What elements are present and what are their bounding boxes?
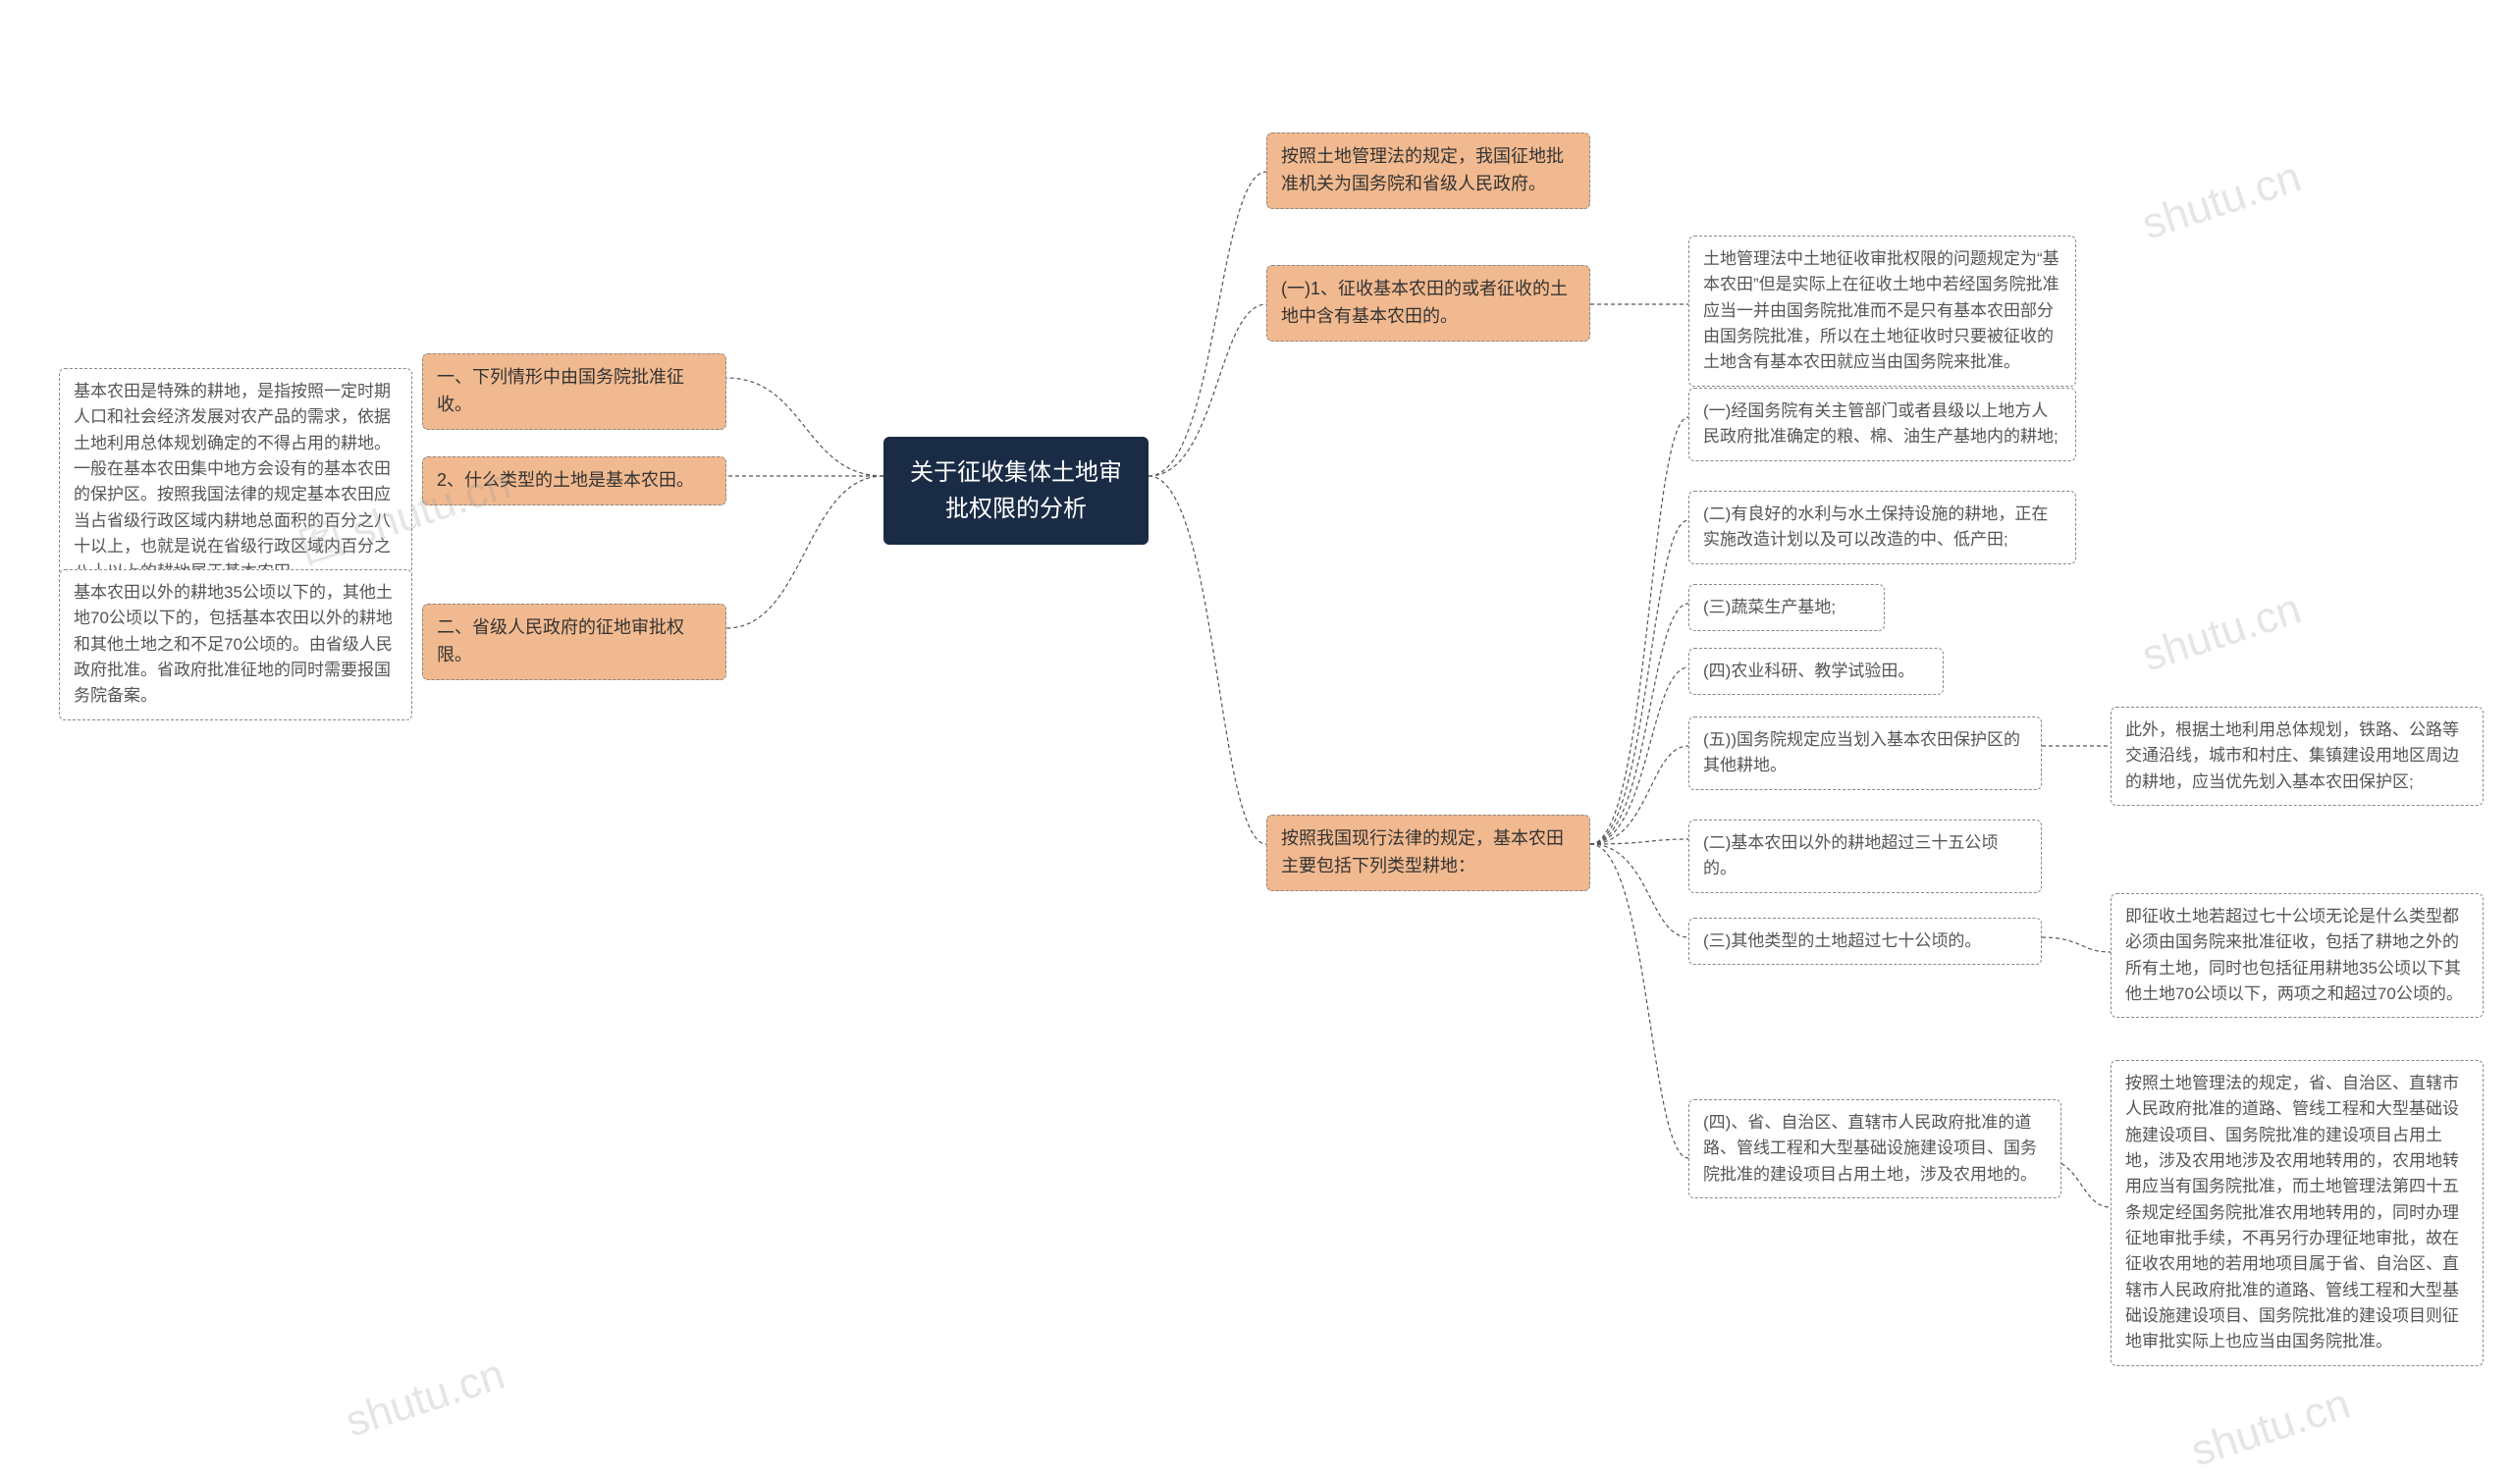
node-text: 基本农田以外的耕地35公顷以下的，其他土地70公顷以下的，包括基本农田以外的耕地… <box>74 583 393 705</box>
r3-item-e-leaf[interactable]: 此外，根据土地利用总体规划，铁路、公路等交通沿线，城市和村庄、集镇建设用地区周边… <box>2111 707 2484 806</box>
right-node-1[interactable]: 按照土地管理法的规定，我国征地批准机关为国务院和省级人民政府。 <box>1266 132 1590 209</box>
r3-item-b[interactable]: (二)有良好的水利与水土保持设施的耕地，正在实施改造计划以及可以改造的中、低产田… <box>1688 491 2076 564</box>
node-text: (四)、省、自治区、直辖市人民政府批准的道路、管线工程和大型基础设施建设项目、国… <box>1703 1113 2037 1184</box>
right-node-2[interactable]: (一)1、征收基本农田的或者征收的土地中含有基本农田的。 <box>1266 265 1590 342</box>
node-text: 按照土地管理法的规定，省、自治区、直辖市人民政府批准的道路、管线工程和大型基础设… <box>2125 1074 2459 1351</box>
right-node-3[interactable]: 按照我国现行法律的规定，基本农田主要包括下列类型耕地： <box>1266 815 1590 891</box>
node-text: (三)蔬菜生产基地; <box>1703 598 1836 616</box>
r3-item-f[interactable]: (二)基本农田以外的耕地超过三十五公顷的。 <box>1688 820 2042 893</box>
r3-item-c[interactable]: (三)蔬菜生产基地; <box>1688 584 1885 631</box>
node-text: 基本农田是特殊的耕地，是指按照一定时期人口和社会经济发展对农产品的需求，依据土地… <box>74 382 391 581</box>
left-node-2-leaf[interactable]: 基本农田是特殊的耕地，是指按照一定时期人口和社会经济发展对农产品的需求，依据土地… <box>59 368 412 597</box>
r3-item-h-leaf[interactable]: 按照土地管理法的规定，省、自治区、直辖市人民政府批准的道路、管线工程和大型基础设… <box>2111 1060 2484 1366</box>
node-text: (二)有良好的水利与水土保持设施的耕地，正在实施改造计划以及可以改造的中、低产田… <box>1703 504 2048 549</box>
node-text: (四)农业科研、教学试验田。 <box>1703 662 1914 680</box>
node-text: 此外，根据土地利用总体规划，铁路、公路等交通沿线，城市和村庄、集镇建设用地区周边… <box>2125 720 2459 791</box>
r3-item-d[interactable]: (四)农业科研、教学试验田。 <box>1688 648 1944 695</box>
mindmap-canvas: 关于征收集体土地审批权限的分析 一、下列情形中由国务院批准征收。 2、什么类型的… <box>0 0 2513 1484</box>
node-text: (三)其他类型的土地超过七十公顷的。 <box>1703 931 1981 950</box>
left-node-3[interactable]: 二、省级人民政府的征地审批权限。 <box>422 604 726 680</box>
root-title: 关于征收集体土地审批权限的分析 <box>910 459 1122 522</box>
node-text: 一、下列情形中由国务院批准征收。 <box>437 367 684 414</box>
left-node-1[interactable]: 一、下列情形中由国务院批准征收。 <box>422 353 726 430</box>
node-text: 土地管理法中土地征收审批权限的问题规定为“基本农田”但是实际上在征收土地中若经国… <box>1703 249 2059 371</box>
right-node-2-leaf[interactable]: 土地管理法中土地征收审批权限的问题规定为“基本农田”但是实际上在征收土地中若经国… <box>1688 236 2076 387</box>
watermark: shutu.cn <box>2136 585 2307 682</box>
left-node-3-leaf[interactable]: 基本农田以外的耕地35公顷以下的，其他土地70公顷以下的，包括基本农田以外的耕地… <box>59 569 412 720</box>
watermark: shutu.cn <box>2185 1380 2356 1477</box>
node-text: 二、省级人民政府的征地审批权限。 <box>437 617 684 664</box>
node-text: (一)1、征收基本农田的或者征收的土地中含有基本农田的。 <box>1281 279 1568 326</box>
watermark: shutu.cn <box>340 1351 510 1448</box>
r3-item-g-leaf[interactable]: 即征收土地若超过七十公顷无论是什么类型都必须由国务院来批准征收，包括了耕地之外的… <box>2111 893 2484 1018</box>
root-node[interactable]: 关于征收集体土地审批权限的分析 <box>883 437 1149 545</box>
r3-item-e[interactable]: (五))国务院规定应当划入基本农田保护区的其他耕地。 <box>1688 716 2042 790</box>
node-text: 即征收土地若超过七十公顷无论是什么类型都必须由国务院来批准征收，包括了耕地之外的… <box>2125 907 2463 1003</box>
node-text: 按照我国现行法律的规定，基本农田主要包括下列类型耕地： <box>1281 828 1564 875</box>
r3-item-h[interactable]: (四)、省、自治区、直辖市人民政府批准的道路、管线工程和大型基础设施建设项目、国… <box>1688 1099 2061 1198</box>
node-text: 2、什么类型的土地是基本农田。 <box>437 470 694 490</box>
r3-item-g[interactable]: (三)其他类型的土地超过七十公顷的。 <box>1688 918 2042 965</box>
r3-item-a[interactable]: (一)经国务院有关主管部门或者县级以上地方人民政府批准确定的粮、棉、油生产基地内… <box>1688 388 2076 461</box>
node-text: (五))国务院规定应当划入基本农田保护区的其他耕地。 <box>1703 730 2020 774</box>
node-text: 按照土地管理法的规定，我国征地批准机关为国务院和省级人民政府。 <box>1281 146 1564 193</box>
node-text: (二)基本农田以外的耕地超过三十五公顷的。 <box>1703 833 1998 877</box>
node-text: (一)经国务院有关主管部门或者县级以上地方人民政府批准确定的粮、棉、油生产基地内… <box>1703 401 2059 446</box>
left-node-2[interactable]: 2、什么类型的土地是基本农田。 <box>422 456 726 505</box>
watermark: shutu.cn <box>2136 153 2307 250</box>
